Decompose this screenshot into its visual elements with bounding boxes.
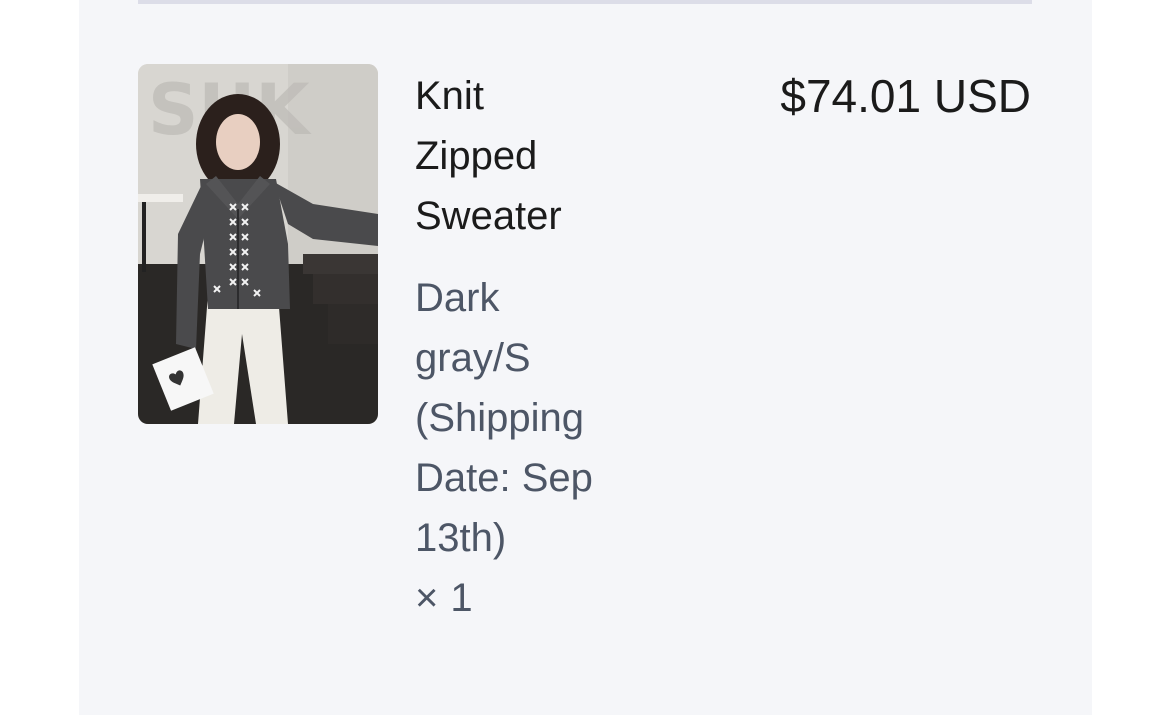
quantity-multiply-icon: × [415,576,439,620]
section-divider [138,0,1032,4]
product-thumbnail: SUK [138,64,378,424]
product-variant: Dark gray/S (Shipping Date: Sep 13th) [415,276,593,560]
quantity-indicator: × 1 [415,568,473,628]
product-name: Knit Zipped Sweater [415,74,562,238]
quantity-value: 1 [450,576,473,620]
line-item-price: $74.01 USD [780,70,1031,122]
